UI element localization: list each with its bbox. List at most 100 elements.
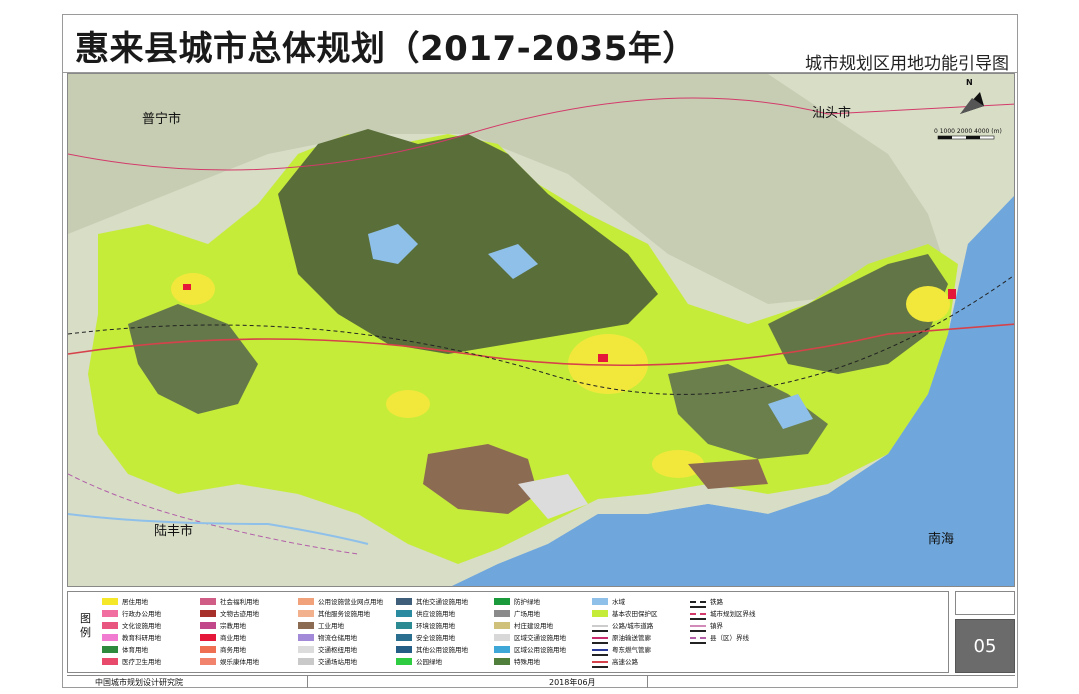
footer-divider (307, 676, 308, 688)
legend-label: 供应设施用地 (416, 610, 455, 618)
legend-label: 社会福利用地 (220, 598, 259, 606)
label-lufeng: 陆丰市 (154, 524, 194, 539)
legend-label: 广场用地 (514, 610, 540, 618)
legend-swatch (200, 597, 216, 605)
legend-swatch (200, 657, 216, 665)
page-number: 05 (973, 636, 997, 657)
label-nanhai: 南海 (928, 532, 955, 547)
legend-swatch (396, 657, 412, 665)
legend-swatch (592, 609, 608, 617)
legend-label: 教育科研用地 (122, 634, 161, 642)
legend-label: 城市规划区界线 (710, 610, 756, 618)
legend-label: 行政办公用地 (122, 610, 161, 618)
legend-swatch (396, 633, 412, 641)
side-info-box (955, 591, 1015, 615)
commercial-spot-1 (598, 354, 608, 362)
label-shantou: 汕头市 (812, 106, 852, 121)
legend-swatch (494, 597, 510, 605)
legend-label: 原油输送管廊 (612, 634, 651, 642)
legend-label: 村庄建设用地 (514, 622, 553, 630)
legend-line-symbol (690, 636, 706, 644)
legend-item: 城市规划区界线 (690, 608, 810, 620)
legend-swatch (592, 597, 608, 605)
legend-label: 粤东燃气管廊 (612, 646, 651, 654)
commercial-spot-2 (948, 289, 956, 299)
legend-label: 商业用地 (220, 634, 246, 642)
legend-line-symbol (592, 660, 608, 668)
legend-label: 娱乐康体用地 (220, 658, 259, 666)
legend-label: 特殊用地 (514, 658, 540, 666)
legend-swatch (200, 621, 216, 629)
scale-label: 0 1000 2000 4000 (m) (934, 128, 1002, 135)
land-use-map (68, 74, 1014, 586)
legend-label: 居住用地 (122, 598, 148, 606)
page-title: 惠来县城市总体规划（2017-2035年） (75, 29, 697, 69)
commercial-spot-3 (183, 284, 191, 290)
legend-label: 文物古迹用地 (220, 610, 259, 618)
legend-swatch (102, 645, 118, 653)
legend-label: 铁路 (710, 598, 723, 606)
legend-label: 交通场站用地 (318, 658, 357, 666)
legend-label: 体育用地 (122, 646, 148, 654)
urban-centre-mid (386, 390, 430, 418)
north-letter: N (966, 78, 973, 87)
legend-swatch (494, 609, 510, 617)
legend-label: 安全设施用地 (416, 634, 455, 642)
legend-label: 高速公路 (612, 658, 638, 666)
legend-label: 医疗卫生用地 (122, 658, 161, 666)
legend-label: 其他公用设施用地 (416, 646, 468, 654)
legend-grid: 居住用地行政办公用地 文化设施用地 教育科研用地 体育用地医疗卫生用地 社会福利用地 文物… (102, 596, 942, 672)
legend-line-symbol (690, 624, 706, 632)
legend-item: 县（区）界线 (690, 632, 810, 644)
legend-swatch (298, 645, 314, 653)
legend-swatch (298, 609, 314, 617)
legend-label: 环境设施用地 (416, 622, 455, 630)
legend-line-symbol (592, 636, 608, 644)
title-bar: 惠来县城市总体规划（2017-2035年） 城市规划区用地功能引导图 (63, 15, 1017, 74)
urban-centre-east (906, 286, 950, 322)
legend-label: 其他交通设施用地 (416, 598, 468, 606)
legend-swatch (102, 633, 118, 641)
legend-item: 高速公路 (592, 656, 712, 668)
legend-swatch (298, 657, 314, 665)
legend-swatch (494, 621, 510, 629)
legend-item: 粤东燃气管廊 (592, 644, 712, 656)
legend-swatch (396, 609, 412, 617)
legend-swatch (102, 609, 118, 617)
legend-swatch (494, 657, 510, 665)
urban-centre-west (171, 273, 215, 305)
legend-label: 公用设施营业网点用地 (318, 598, 383, 606)
legend-label: 交通枢纽用地 (318, 646, 357, 654)
legend-line-symbol (690, 612, 706, 620)
legend-swatch (396, 645, 412, 653)
legend-swatch (200, 645, 216, 653)
legend-line-symbol (690, 600, 706, 608)
legend-label: 物流仓储用地 (318, 634, 357, 642)
legend-label: 文化设施用地 (122, 622, 161, 630)
legend-label: 基本农田保护区 (612, 610, 658, 618)
legend-label: 区域公用设施用地 (514, 646, 566, 654)
legend-label: 其他服务设施用地 (318, 610, 370, 618)
legend-swatch (102, 597, 118, 605)
footer-bar: 中国城市规划设计研究院 2018年06月 (67, 675, 1015, 688)
legend-item: 铁路 (690, 596, 810, 608)
legend-line-symbol (592, 624, 608, 632)
legend-swatch (200, 633, 216, 641)
institute-name: 中国城市规划设计研究院 (95, 678, 183, 687)
page-number-box: 05 (955, 619, 1015, 673)
footer-divider (647, 676, 648, 688)
legend-item: 镇界 (690, 620, 810, 632)
legend-heading: 图例 (80, 612, 91, 639)
legend-label: 区域交通设施用地 (514, 634, 566, 642)
map-canvas[interactable]: 普宁市 汕头市 陆丰市 南海 N 0 1000 2000 4000 (m) (67, 73, 1015, 587)
legend-label: 宗教用地 (220, 622, 246, 630)
legend-swatch (396, 597, 412, 605)
label-puning: 普宁市 (142, 112, 182, 127)
legend-swatch (494, 645, 510, 653)
legend-swatch (102, 657, 118, 665)
legend-swatch (298, 597, 314, 605)
legend-label: 水域 (612, 598, 625, 606)
legend-line-symbol (592, 648, 608, 656)
legend-label: 工业用地 (318, 622, 344, 630)
legend-swatch (396, 621, 412, 629)
